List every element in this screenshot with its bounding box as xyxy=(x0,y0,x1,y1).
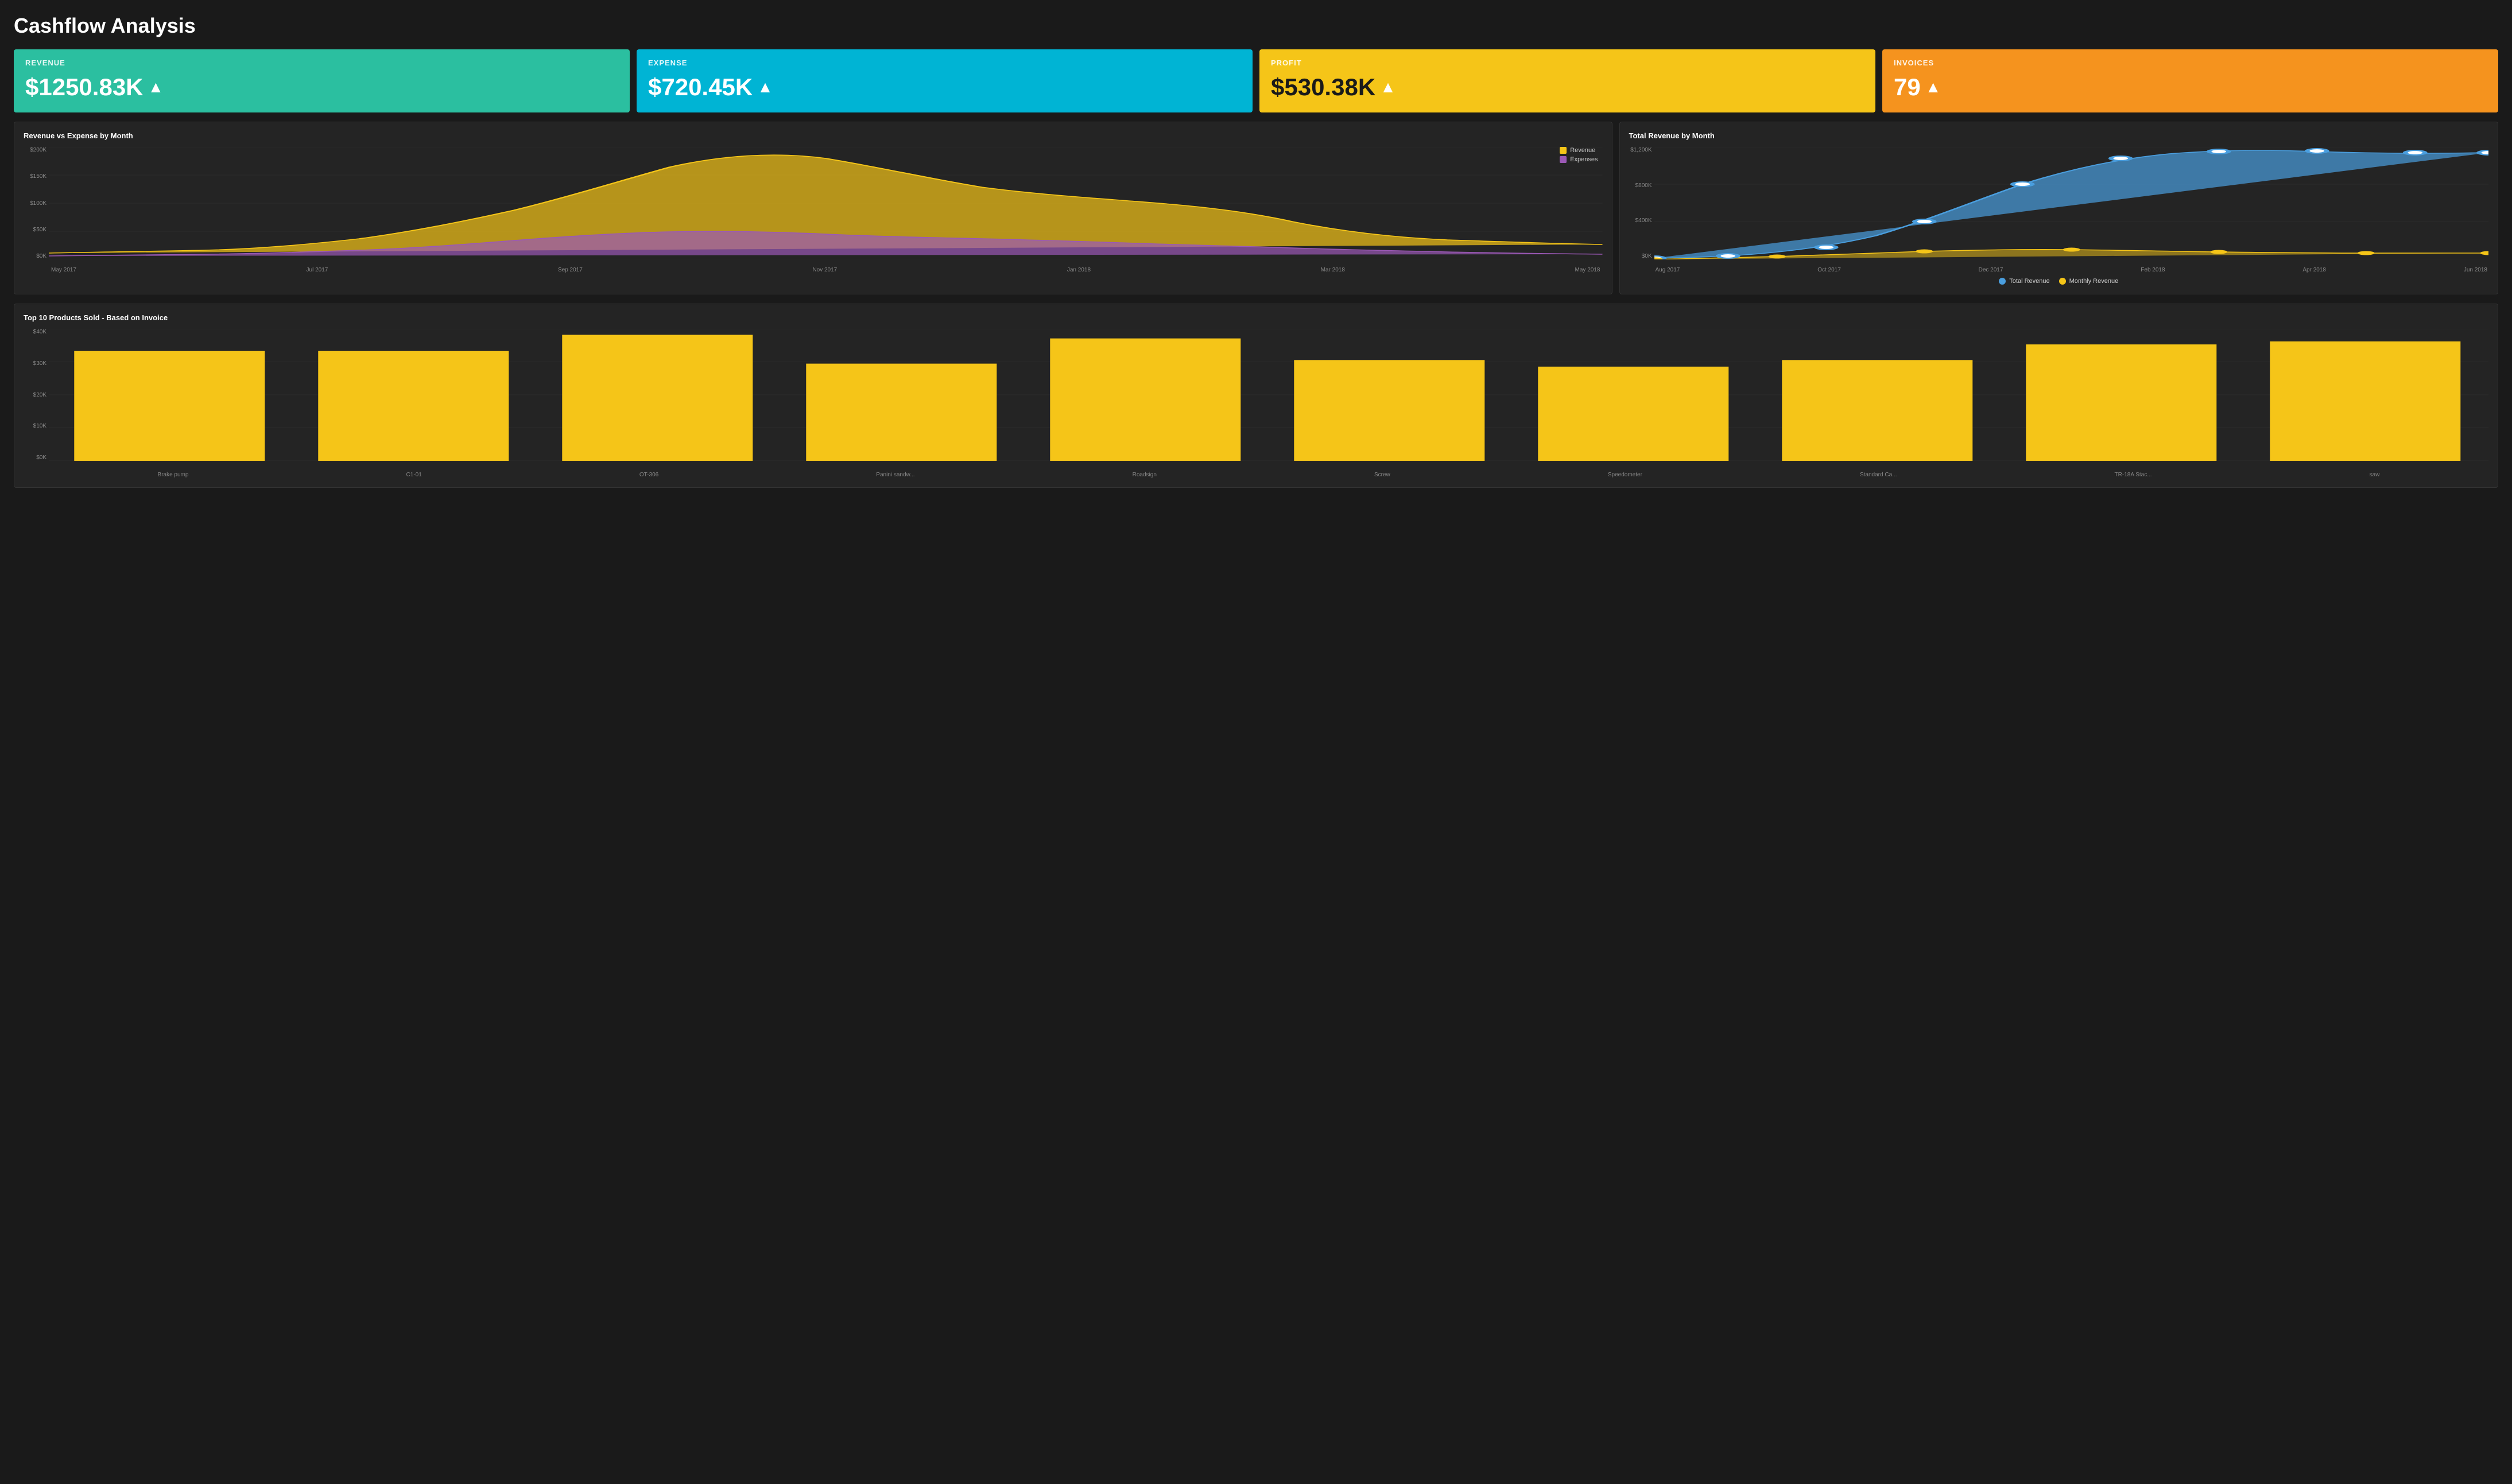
total-revenue-chart: $1,200K $800K $400K $0K xyxy=(1629,147,2488,273)
charts-row: Revenue vs Expense by Month $200K $150K … xyxy=(14,122,2498,294)
legend-box-revenue xyxy=(1560,147,1567,154)
legend-circle-total-revenue xyxy=(1999,278,2006,285)
kpi-arrow-expense: ▲ xyxy=(757,78,773,96)
revenue-vs-expense-svg xyxy=(49,147,1603,259)
kpi-arrow-profit: ▲ xyxy=(1380,78,1396,96)
kpi-value-expense: $720.45K ▲ xyxy=(648,73,1241,101)
total-revenue-panel: Total Revenue by Month $1,200K $800K $40… xyxy=(1619,122,2498,294)
kpi-value-revenue: $1250.83K ▲ xyxy=(25,73,618,101)
kpi-arrow-revenue: ▲ xyxy=(148,78,164,96)
kpi-label-invoices: INVOICES xyxy=(1894,59,2487,67)
y-axis-total-rev: $1,200K $800K $400K $0K xyxy=(1629,147,1654,259)
bar-chart-inner xyxy=(49,329,2488,461)
y-axis-rev-exp: $200K $150K $100K $50K $0K xyxy=(24,147,49,259)
legend-total-revenue: Total Revenue xyxy=(1999,278,2049,285)
legend-monthly-revenue: Monthly Revenue xyxy=(2059,278,2119,285)
page-title: Cashflow Analysis xyxy=(14,14,2498,38)
kpi-arrow-invoices: ▲ xyxy=(1925,78,1941,96)
chart-inner-rev-exp: Revenue Expenses xyxy=(49,147,1603,259)
legend-expenses: Expenses xyxy=(1560,156,1598,163)
kpi-card-revenue: REVENUE $1250.83K ▲ xyxy=(14,49,630,112)
kpi-card-expense: EXPENSE $720.45K ▲ xyxy=(637,49,1253,112)
kpi-label-profit: PROFIT xyxy=(1271,59,1864,67)
kpi-value-profit: $530.38K ▲ xyxy=(1271,73,1864,101)
kpi-label-expense: EXPENSE xyxy=(648,59,1241,67)
total-revenue-title: Total Revenue by Month xyxy=(1629,131,2488,140)
revenue-vs-expense-panel: Revenue vs Expense by Month $200K $150K … xyxy=(14,122,1612,294)
legend-revenue: Revenue xyxy=(1560,147,1598,154)
chart-inner-total-rev xyxy=(1654,147,2488,259)
bar-chart-svg xyxy=(49,329,2488,461)
x-axis-bars: Brake pump C1-01 OT-306 Panini sandw... … xyxy=(49,472,2488,478)
kpi-value-invoices: 79 ▲ xyxy=(1894,73,2487,101)
total-rev-legend: Total Revenue Monthly Revenue xyxy=(1629,278,2488,285)
legend-circle-monthly-revenue xyxy=(2059,278,2066,285)
rev-exp-legend: Revenue Expenses xyxy=(1560,147,1598,163)
x-axis-total-rev: Aug 2017 Oct 2017 Dec 2017 Feb 2018 Apr … xyxy=(1654,267,2488,273)
kpi-card-profit: PROFIT $530.38K ▲ xyxy=(1259,49,1875,112)
x-axis-rev-exp: May 2017 Jul 2017 Sep 2017 Nov 2017 Jan … xyxy=(49,267,1603,273)
kpi-row: REVENUE $1250.83K ▲ EXPENSE $720.45K ▲ P… xyxy=(14,49,2498,112)
kpi-card-invoices: INVOICES 79 ▲ xyxy=(1882,49,2498,112)
legend-box-expenses xyxy=(1560,156,1567,163)
y-axis-bars: $40K $30K $20K $10K $0K xyxy=(24,329,49,461)
total-revenue-svg xyxy=(1654,147,2488,259)
top-products-panel: Top 10 Products Sold - Based on Invoice … xyxy=(14,304,2498,488)
bar-chart-area: $40K $30K $20K $10K $0K xyxy=(24,329,2488,478)
revenue-vs-expense-chart: $200K $150K $100K $50K $0K xyxy=(24,147,1603,273)
kpi-label-revenue: REVENUE xyxy=(25,59,618,67)
revenue-vs-expense-title: Revenue vs Expense by Month xyxy=(24,131,1603,140)
top-products-title: Top 10 Products Sold - Based on Invoice xyxy=(24,313,2488,322)
